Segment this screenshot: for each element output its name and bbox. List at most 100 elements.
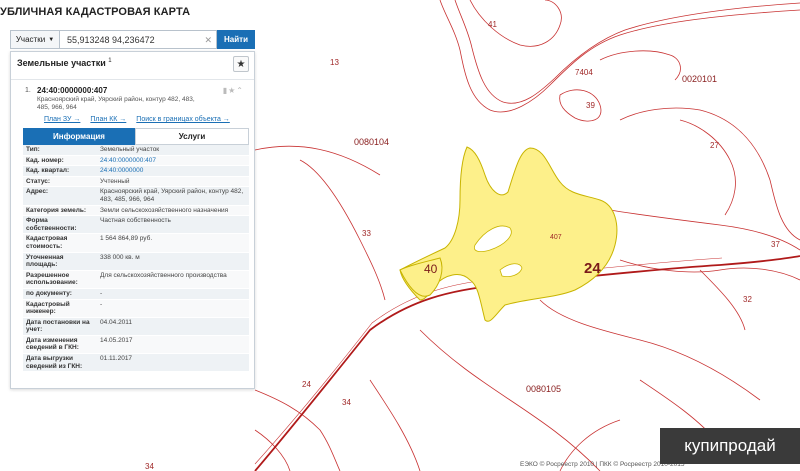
info-row-label: Кад. квартал: [23, 165, 97, 177]
watermark-logo: купипродай [660, 428, 800, 464]
info-row: Форма собственности: Частная собственност… [23, 215, 249, 235]
star-icon: ★ [236, 58, 246, 70]
parcel-407-label: 407 [550, 234, 562, 241]
chevron-down-icon: ▼ [48, 36, 55, 43]
block-24-label: 24 [584, 260, 601, 277]
info-row-label: Адрес: [23, 186, 97, 206]
info-row: Дата постановки на учет: 04.04.2011 [23, 317, 249, 336]
map-label: 13 [330, 58, 339, 67]
panel-header: Земельные участки 1 ★ [11, 52, 254, 80]
parcel-40-label: 40 [424, 262, 438, 276]
map-label: 27 [710, 141, 719, 150]
info-row-label: Кадастровая стоимость: [23, 233, 97, 253]
info-row: Разрешенное использование: Для сельскохоз… [23, 270, 249, 289]
map-label: 34 [342, 398, 351, 407]
info-row: Тип: Земельный участок [23, 145, 249, 156]
info-row-label: по документу: [23, 288, 97, 300]
map-label: 34 [145, 462, 154, 471]
info-row-value[interactable]: 24:40:0000000 [97, 165, 249, 177]
info-row-label: Разрешенное использование: [23, 270, 97, 289]
favorite-button[interactable]: ★ [233, 56, 249, 72]
panel-title-text: Земельные участки [17, 58, 106, 68]
map-label: 7404 [575, 68, 593, 77]
plan-kk-link[interactable]: План КК → [90, 116, 126, 123]
tab-services[interactable]: Услуги [135, 128, 249, 145]
panel-title: Земельные участки 1 [17, 58, 112, 68]
info-row-value: 01.11.2017 [97, 353, 249, 373]
info-row-value: 338 000 кв. м [97, 252, 249, 271]
parcel-boundary [419, 329, 601, 471]
info-panel: Земельные участки 1 ★ 1. 24:40:0000000:4… [10, 51, 255, 389]
parcel-boundary [369, 379, 421, 471]
map-label: 32 [743, 295, 752, 304]
info-row: Адрес: Красноярский край, Уярский район, … [23, 186, 249, 206]
info-row-label: Дата выгрузки сведений из ГКН: [23, 353, 97, 373]
info-row-value: Частная собственность [97, 215, 249, 235]
info-row-value: 04.04.2011 [97, 317, 249, 336]
info-row-label: Уточненная площадь: [23, 252, 97, 271]
info-row: Дата изменения сведений в ГКН: 14.05.2017 [23, 335, 249, 355]
info-row: Кад. номер: 24:40:0000000:407 [23, 155, 249, 167]
info-row-label: Форма собственности: [23, 215, 97, 235]
find-button[interactable]: Найти [217, 30, 255, 49]
info-row: Уточненная площадь: 338 000 кв. м [23, 252, 249, 271]
parcel-27-boundary [679, 119, 736, 216]
info-row: Кад. квартал: 24:40:0000000 [23, 165, 249, 177]
map-label: 41 [488, 20, 497, 29]
map-label: 0020101 [682, 74, 718, 84]
info-row: Кадастровый инженер: - [23, 299, 249, 318]
info-table: Тип: Земельный участок Кад. номер: 24:40:00… [23, 145, 249, 373]
info-row-value: Земельный участок [97, 145, 249, 156]
info-row-label: Категория земель: [23, 205, 97, 217]
app-title: УБЛИЧНАЯ КАДАСТРОВАЯ КАРТА [0, 6, 191, 18]
info-row-label: Кад. номер: [23, 155, 97, 167]
result-links: План ЗУ → План КК → Поиск в границах объ… [44, 116, 230, 123]
map-label: 33 [362, 229, 371, 238]
search-input[interactable]: 55,913248 94,236472 ✕ [60, 30, 217, 49]
info-row: Дата выгрузки сведений из ГКН: 01.11.2017 [23, 353, 249, 373]
parcel-41-boundary [469, 0, 562, 47]
info-row-value: Красноярский край, Уярский район, контур… [97, 186, 249, 206]
info-row: Кадастровая стоимость: 1 564 864,89 руб. [23, 233, 249, 253]
search-type-select[interactable]: Участки ▼ [10, 30, 60, 49]
parcel-boundary [599, 50, 681, 81]
map-label: 0080105 [526, 384, 562, 394]
info-row-label: Тип: [23, 145, 97, 156]
parcel-32-boundary [699, 269, 746, 331]
info-row-label: Дата изменения сведений в ГКН: [23, 335, 97, 355]
info-row-label: Кадастровый инженер: [23, 299, 97, 318]
result-count: 1 [108, 58, 112, 64]
tab-information[interactable]: Информация [23, 128, 135, 145]
info-row-value: Для сельскохозяйственного производства [97, 270, 249, 289]
map-label: 0080104 [354, 137, 390, 147]
parcel-boundary [539, 299, 761, 401]
info-row-value: - [97, 288, 249, 300]
map-label: 37 [771, 240, 780, 249]
info-row-value: 1 564 864,89 руб. [97, 233, 249, 253]
tab-bar: Информация Услуги [23, 128, 249, 145]
info-row-label: Дата постановки на учет: [23, 317, 97, 336]
parcel-24-boundary [254, 389, 341, 471]
info-row-label: Статус: [23, 176, 97, 188]
result-tools: ▮★⌃ [223, 86, 244, 95]
search-in-bounds-link[interactable]: Поиск в границах объекта → [136, 116, 230, 123]
parcel-boundary [254, 145, 381, 176]
info-row-value: - [97, 299, 249, 318]
info-row: Категория земель: Земли сельскохозяйствен… [23, 205, 249, 217]
info-row-value: Учтенный [97, 176, 249, 188]
info-row-value: Земли сельскохозяйственного назначения [97, 205, 249, 217]
info-row: по документу: - [23, 288, 249, 300]
info-row-value[interactable]: 24:40:0000000:407 [97, 155, 249, 167]
info-row-value: 14.05.2017 [97, 335, 249, 355]
cadastral-number: 24:40:0000000:407 [37, 86, 108, 95]
clear-icon[interactable]: ✕ [204, 35, 212, 46]
parcel-33-boundary [299, 159, 386, 301]
collapse-icon[interactable]: ⌃ [236, 86, 244, 95]
search-type-label: Участки [15, 35, 46, 44]
search-bar: Участки ▼ 55,913248 94,236472 ✕ Найти [10, 30, 255, 49]
road-boundary [439, 0, 800, 113]
result-index: 1. [25, 87, 31, 94]
plan-zu-link[interactable]: План ЗУ → [44, 116, 80, 123]
map-label: 24 [302, 380, 311, 389]
result-address: Красноярский край, Уярский район, контур… [37, 96, 195, 111]
